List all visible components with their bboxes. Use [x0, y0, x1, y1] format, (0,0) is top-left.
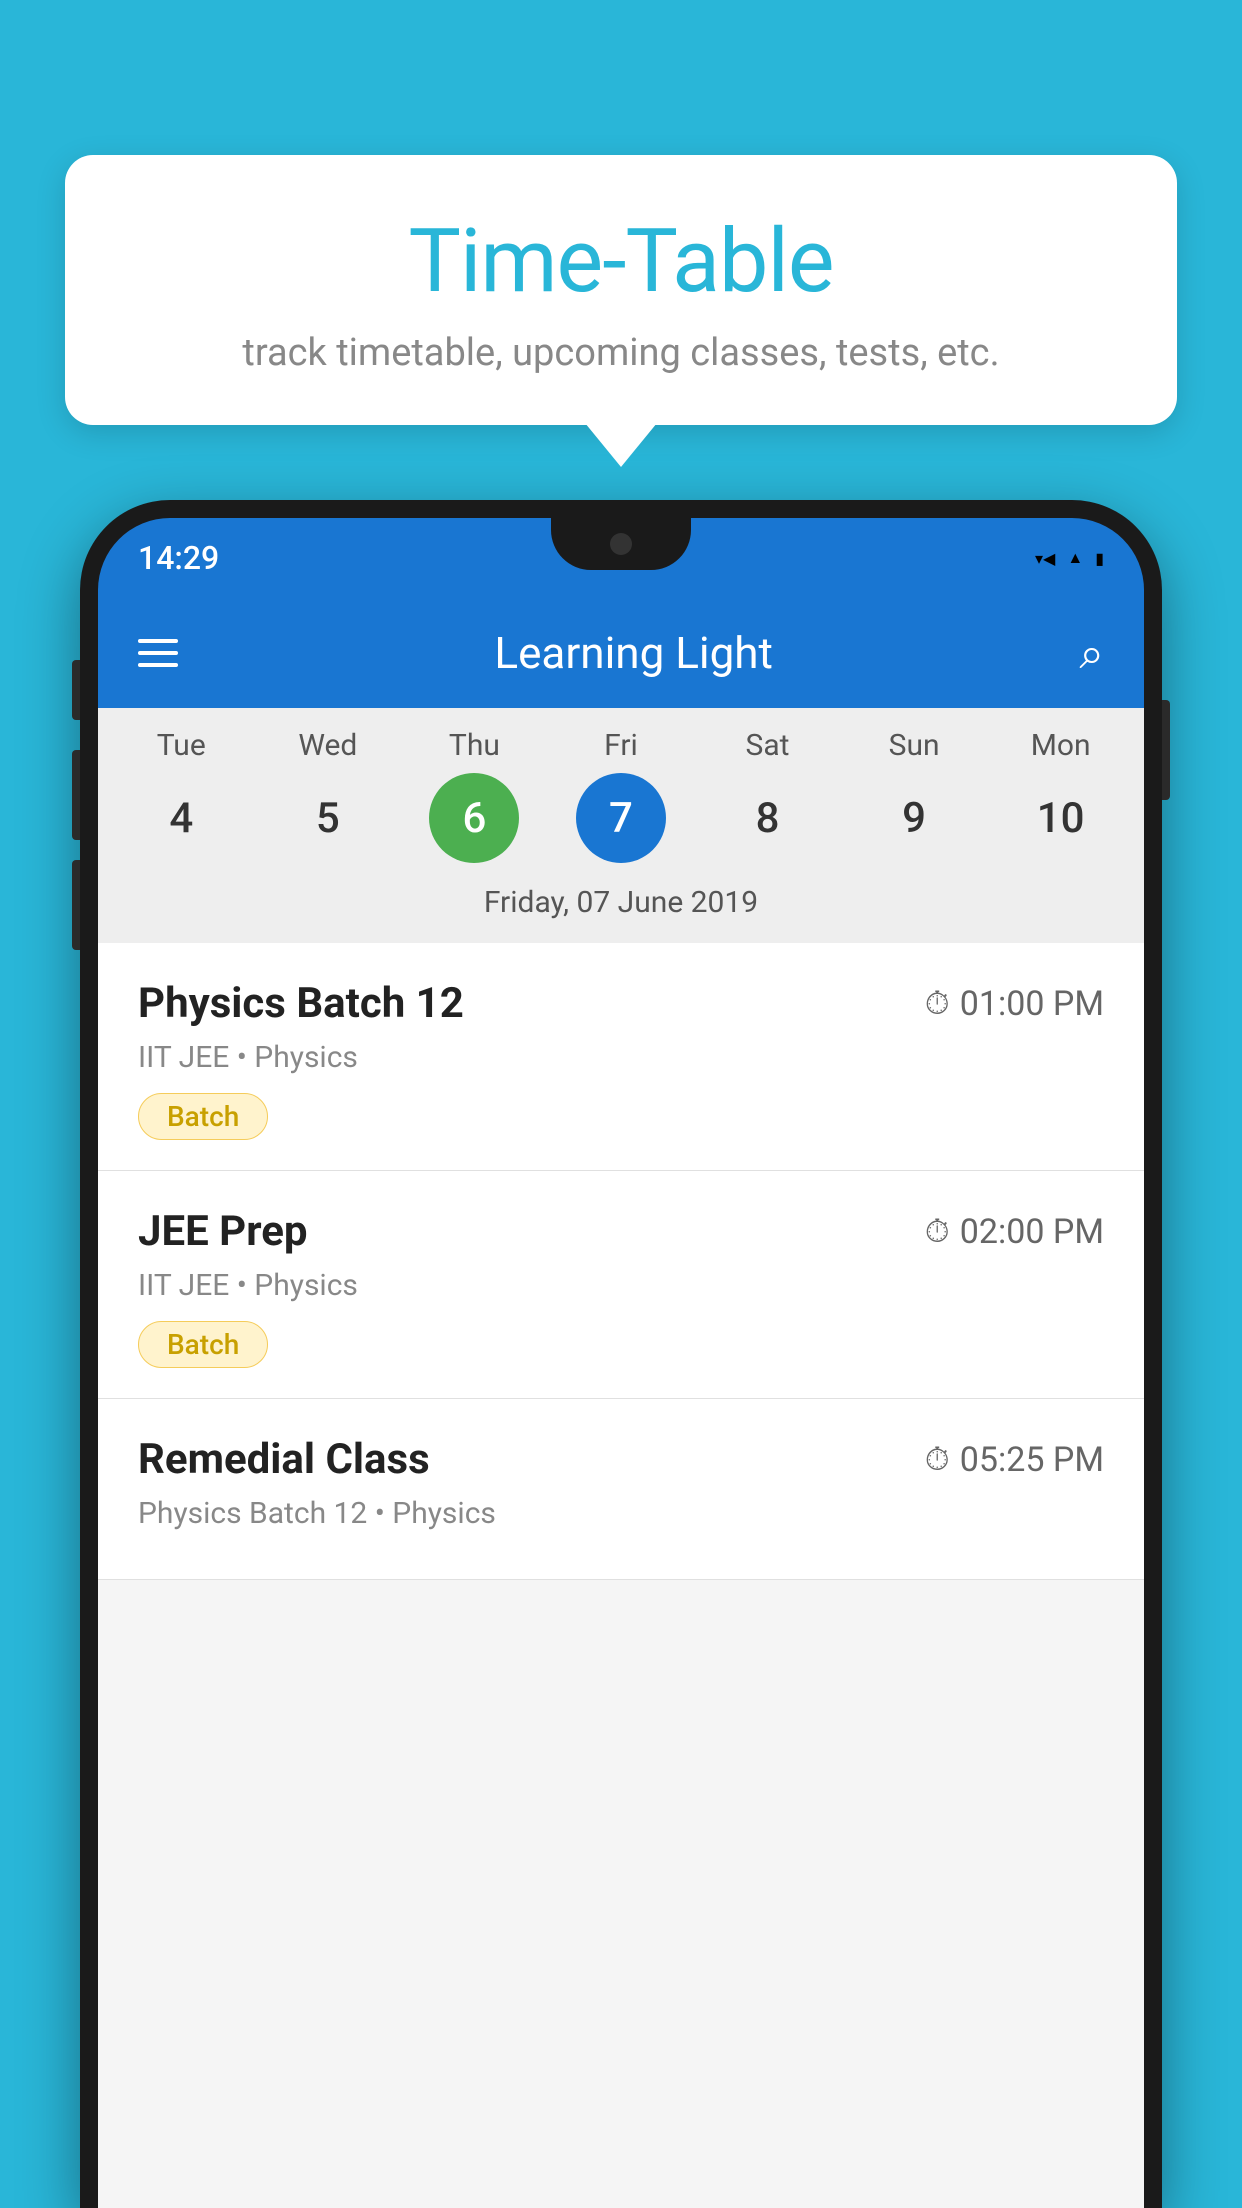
power-button [1162, 700, 1170, 800]
day-header-fri: Fri [556, 728, 686, 763]
day-number-wrapper-6[interactable]: 6 [409, 773, 539, 863]
schedule-item-0[interactable]: Physics Batch 12 ⏱01:00 PM IIT JEE • Physi… [98, 943, 1144, 1171]
schedule-item-1[interactable]: JEE Prep ⏱02:00 PM IIT JEE • Physics Batch [98, 1171, 1144, 1399]
day-number-wrapper-9[interactable]: 9 [849, 773, 979, 863]
clock-icon: ⏱ [925, 984, 950, 1023]
clock-icon: ⏱ [925, 1440, 950, 1479]
phone-screen: Learning Light ⌕ Tue Wed Thu Fri Sat Sun Mon 4… [98, 598, 1144, 2208]
notch [551, 518, 691, 570]
day-headers: Tue Wed Thu Fri Sat Sun Mon [98, 728, 1144, 763]
tooltip-card: Time-Table track timetable, upcoming cla… [65, 155, 1177, 425]
status-icons: ▾◀ ▲ ▮ [1035, 548, 1104, 568]
schedule-list: Physics Batch 12 ⏱01:00 PM IIT JEE • Physi… [98, 943, 1144, 1580]
day-number-8[interactable]: 8 [703, 773, 833, 863]
day-header-tue: Tue [116, 728, 246, 763]
day-number-wrapper-10[interactable]: 10 [996, 773, 1126, 863]
batch-badge-0: Batch [138, 1093, 268, 1140]
day-number-6[interactable]: 6 [429, 773, 519, 863]
volume-up-button [72, 750, 80, 840]
wifi-icon: ▾◀ [1035, 549, 1055, 568]
clock-icon: ⏱ [925, 1212, 950, 1251]
schedule-title-2: Remedial Class [138, 1435, 430, 1484]
app-title: Learning Light [218, 627, 1049, 679]
day-header-wed: Wed [263, 728, 393, 763]
day-number-4[interactable]: 4 [116, 773, 246, 863]
tooltip-subtitle: track timetable, upcoming classes, tests… [125, 331, 1117, 375]
volume-down-button [72, 860, 80, 950]
schedule-meta-1: IIT JEE • Physics [138, 1268, 1104, 1303]
status-bar: 14:29 ▾◀ ▲ ▮ [98, 518, 1144, 598]
schedule-meta-0: IIT JEE • Physics [138, 1040, 1104, 1075]
app-header: Learning Light ⌕ [98, 598, 1144, 708]
day-number-wrapper-7[interactable]: 7 [556, 773, 686, 863]
schedule-title-1: JEE Prep [138, 1207, 308, 1256]
volume-silent-button [72, 660, 80, 720]
status-time: 14:29 [138, 539, 219, 577]
selected-date-label: Friday, 07 June 2019 [98, 873, 1144, 938]
schedule-meta-2: Physics Batch 12 • Physics [138, 1496, 1104, 1531]
tooltip-title: Time-Table [125, 210, 1117, 313]
day-header-thu: Thu [409, 728, 539, 763]
schedule-title-0: Physics Batch 12 [138, 979, 464, 1028]
day-number-7[interactable]: 7 [576, 773, 666, 863]
batch-badge-1: Batch [138, 1321, 268, 1368]
schedule-item-2[interactable]: Remedial Class ⏱05:25 PM Physics Batch 12 … [98, 1399, 1144, 1580]
day-header-sat: Sat [703, 728, 833, 763]
day-number-10[interactable]: 10 [996, 773, 1126, 863]
day-number-wrapper-8[interactable]: 8 [703, 773, 833, 863]
day-numbers: 45678910 [98, 773, 1144, 863]
day-number-5[interactable]: 5 [263, 773, 393, 863]
camera [610, 533, 632, 555]
day-header-mon: Mon [996, 728, 1126, 763]
day-number-9[interactable]: 9 [849, 773, 979, 863]
signal-icon: ▲ [1067, 548, 1083, 568]
battery-icon: ▮ [1095, 549, 1104, 568]
schedule-time-2: ⏱05:25 PM [925, 1440, 1104, 1480]
search-icon[interactable]: ⌕ [1079, 627, 1104, 679]
schedule-time-0: ⏱01:00 PM [925, 984, 1104, 1024]
schedule-time-1: ⏱02:00 PM [925, 1212, 1104, 1252]
day-number-wrapper-5[interactable]: 5 [263, 773, 393, 863]
calendar-strip: Tue Wed Thu Fri Sat Sun Mon 45678910 Friday, 0… [98, 708, 1144, 943]
day-number-wrapper-4[interactable]: 4 [116, 773, 246, 863]
day-header-sun: Sun [849, 728, 979, 763]
hamburger-menu-button[interactable] [138, 639, 178, 667]
phone-shell: 14:29 ▾◀ ▲ ▮ Learning Light ⌕ Tue Wed Thu F… [80, 500, 1162, 2208]
